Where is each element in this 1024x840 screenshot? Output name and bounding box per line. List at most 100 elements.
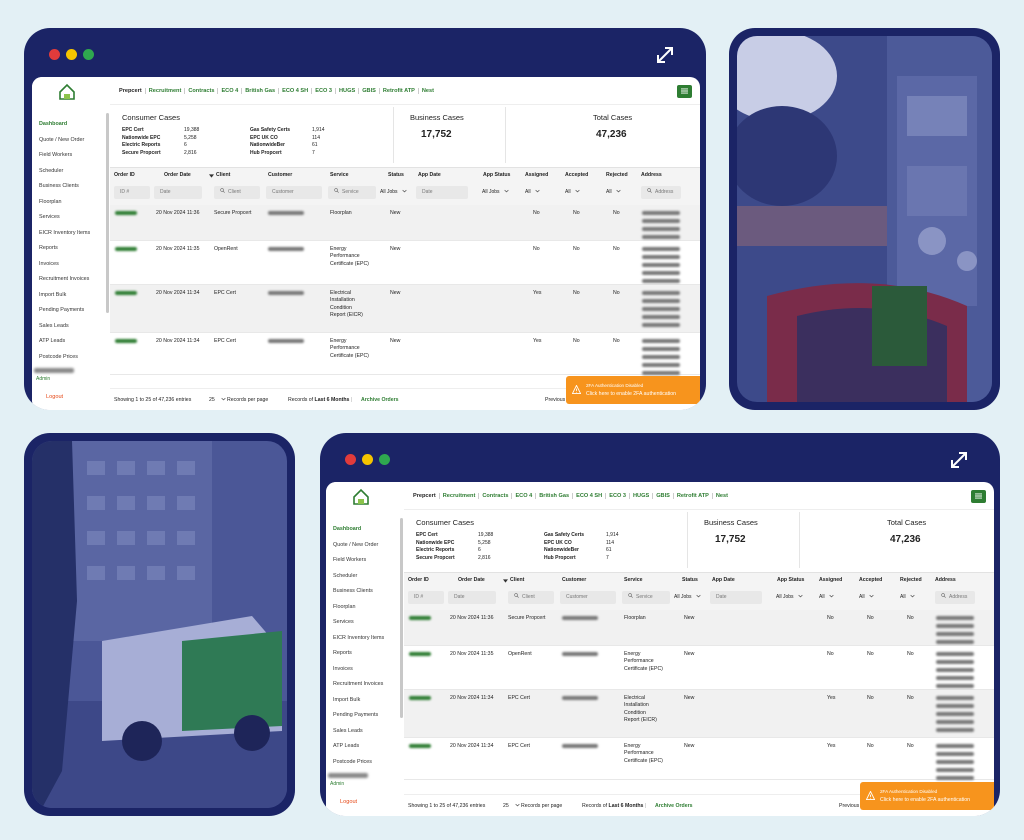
filter-app-status[interactable]: All Jobs <box>776 591 803 604</box>
nav-tab[interactable]: Nest <box>713 493 731 499</box>
column-header-app-date[interactable]: App Date <box>418 172 441 178</box>
filter-rejected[interactable]: All <box>900 591 915 604</box>
filter-client[interactable]: Client <box>214 186 260 199</box>
sort-icon[interactable] <box>503 579 508 583</box>
sidebar-item[interactable]: Reports <box>333 646 399 662</box>
nav-tab[interactable]: HUGS <box>630 492 654 499</box>
last-months-link[interactable]: Last 6 Months <box>315 397 350 403</box>
column-header-app-date[interactable]: App Date <box>712 577 735 583</box>
nav-tab[interactable]: HUGS <box>336 87 360 94</box>
sidebar-item[interactable]: Services <box>333 615 399 631</box>
column-header-order-date[interactable]: Order Date <box>458 577 485 583</box>
sidebar-item[interactable]: Field Workers <box>39 148 105 164</box>
maximize-dot[interactable] <box>83 49 94 60</box>
column-header-service[interactable]: Service <box>624 577 642 583</box>
logout-link[interactable]: Logout <box>46 394 63 400</box>
nav-tab[interactable]: ECO 4 <box>218 87 243 94</box>
sidebar-item[interactable]: ATP Leads <box>39 334 105 350</box>
nav-tab[interactable]: Nest <box>419 88 437 94</box>
order-id-redacted[interactable] <box>115 339 137 343</box>
nav-tab[interactable]: Contracts <box>479 492 513 499</box>
column-header-order-date[interactable]: Order Date <box>164 172 191 178</box>
table-row[interactable]: 20 Nov 2024 11:34 EPC Cert Electrical Insta… <box>404 690 994 738</box>
column-header-assigned[interactable]: Assigned <box>525 172 548 178</box>
filter-service[interactable]: Service <box>622 591 670 604</box>
column-header-app-status[interactable]: App Status <box>777 577 804 583</box>
logout-link[interactable]: Logout <box>340 799 357 805</box>
sidebar-item[interactable]: Dashboard <box>39 117 105 133</box>
nav-tab[interactable]: Retrofit ATP <box>380 87 419 94</box>
sidebar-item[interactable]: Field Workers <box>333 553 399 569</box>
column-header-customer[interactable]: Customer <box>268 172 292 178</box>
table-row[interactable]: 20 Nov 2024 11:34 EPC Cert Energy Performan… <box>404 738 994 780</box>
close-dot[interactable] <box>49 49 60 60</box>
sidebar-item[interactable]: EICR Inventory Items <box>39 226 105 242</box>
nav-tab[interactable]: Prepcert <box>410 492 440 499</box>
nav-tab[interactable]: Contracts <box>185 87 219 94</box>
previous-page-button[interactable]: Previous <box>839 803 859 809</box>
order-id-redacted[interactable] <box>409 616 431 620</box>
column-header-client[interactable]: Client <box>510 577 524 583</box>
per-page-select[interactable]: 25 Records per page <box>209 397 268 403</box>
filter-status[interactable]: All Jobs <box>380 186 407 199</box>
nav-tab[interactable]: GBIS <box>653 492 674 499</box>
filter-order-date[interactable]: Date <box>154 186 202 199</box>
filter-order-id[interactable]: ID # <box>114 186 150 199</box>
nav-tab[interactable]: ECO 4 <box>512 492 537 499</box>
column-header-status[interactable]: Status <box>388 172 404 178</box>
filter-order-date[interactable]: Date <box>448 591 496 604</box>
sidebar-item[interactable]: Business Clients <box>333 584 399 600</box>
column-header-address[interactable]: Address <box>641 172 662 178</box>
sidebar-item[interactable]: Postcode Prices <box>39 350 105 366</box>
sidebar-scrollbar[interactable] <box>400 518 403 718</box>
table-row[interactable]: 20 Nov 2024 11:35 OpenRent Energy Performan… <box>110 241 700 285</box>
sidebar-item[interactable]: Import Bulk <box>333 693 399 709</box>
column-header-rejected[interactable]: Rejected <box>900 577 922 583</box>
filter-app-status[interactable]: All Jobs <box>482 186 509 199</box>
maximize-dot[interactable] <box>379 454 390 465</box>
sidebar-item[interactable]: Reports <box>39 241 105 257</box>
filter-address[interactable]: Address <box>641 186 681 199</box>
expand-icon[interactable] <box>654 44 676 66</box>
menu-button[interactable] <box>971 490 986 503</box>
sidebar-item[interactable]: ATP Leads <box>333 739 399 755</box>
nav-tab[interactable]: Retrofit ATP <box>674 492 713 499</box>
sidebar-item[interactable]: Invoices <box>39 257 105 273</box>
sidebar-item[interactable]: Services <box>39 210 105 226</box>
order-id-redacted[interactable] <box>115 291 137 295</box>
order-id-redacted[interactable] <box>115 247 137 251</box>
sidebar-item[interactable]: Sales Leads <box>333 724 399 740</box>
column-header-rejected[interactable]: Rejected <box>606 172 628 178</box>
filter-assigned[interactable]: All <box>819 591 834 604</box>
sidebar-item[interactable]: Recruitment Invoices <box>39 272 105 288</box>
sidebar-item[interactable]: Postcode Prices <box>333 755 399 771</box>
sidebar-item[interactable]: Floorplan <box>333 600 399 616</box>
nav-tab[interactable]: British Gas <box>536 492 574 499</box>
sidebar-item[interactable]: Pending Payments <box>39 303 105 319</box>
sidebar-item[interactable]: Scheduler <box>333 569 399 585</box>
minimize-dot[interactable] <box>66 49 77 60</box>
filter-assigned[interactable]: All <box>525 186 540 199</box>
sidebar-item[interactable]: Quote / New Order <box>39 133 105 149</box>
order-id-redacted[interactable] <box>409 652 431 656</box>
filter-accepted[interactable]: All <box>565 186 580 199</box>
two-factor-toast[interactable]: 2FA Authentication Disabled Click here t… <box>566 376 700 404</box>
column-header-accepted[interactable]: Accepted <box>565 172 588 178</box>
filter-rejected[interactable]: All <box>606 186 621 199</box>
filter-address[interactable]: Address <box>935 591 975 604</box>
nav-tab[interactable]: Recruitment <box>440 492 480 499</box>
order-id-redacted[interactable] <box>115 211 137 215</box>
nav-tab[interactable]: GBIS <box>359 87 380 94</box>
column-header-status[interactable]: Status <box>682 577 698 583</box>
two-factor-toast[interactable]: 2FA Authentication Disabled Click here t… <box>860 782 994 810</box>
filter-order-id[interactable]: ID # <box>408 591 444 604</box>
nav-tab[interactable]: ECO 3 <box>312 87 337 94</box>
column-header-accepted[interactable]: Accepted <box>859 577 882 583</box>
sidebar-item[interactable]: Invoices <box>333 662 399 678</box>
archive-orders-link[interactable]: Archive Orders <box>361 397 398 403</box>
nav-tab[interactable]: ECO 3 <box>606 492 631 499</box>
sidebar-item[interactable]: Dashboard <box>333 522 399 538</box>
nav-tab[interactable]: Recruitment <box>146 87 186 94</box>
expand-icon[interactable] <box>948 449 970 471</box>
sidebar-scrollbar[interactable] <box>106 113 109 313</box>
